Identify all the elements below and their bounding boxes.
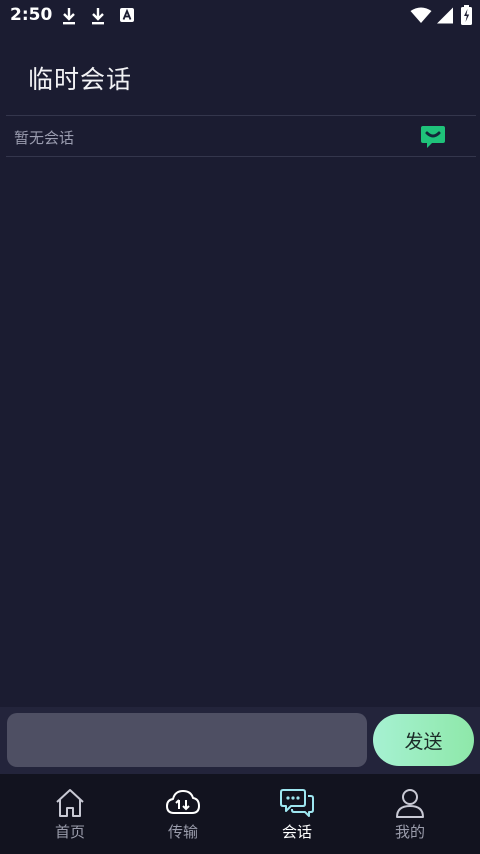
header-divider xyxy=(6,115,476,116)
download-icon xyxy=(63,8,75,25)
session-list-area xyxy=(0,157,480,707)
download-icon xyxy=(92,8,104,25)
chat-smile-icon[interactable] xyxy=(420,124,446,150)
message-input[interactable] xyxy=(7,713,367,767)
tab-home[interactable]: 首页 xyxy=(10,774,130,854)
tab-chat[interactable]: 会话 xyxy=(237,774,357,854)
bottom-tab-bar: 首页 传输 会话 我的 xyxy=(0,774,480,854)
tab-label: 会话 xyxy=(281,823,312,841)
cloud-transfer-icon xyxy=(166,790,200,814)
tab-profile[interactable]: 我的 xyxy=(350,774,470,854)
empty-state-text: 暂无会话 xyxy=(14,129,75,147)
user-icon xyxy=(396,789,424,818)
a-letter-icon xyxy=(120,8,134,22)
tab-label: 我的 xyxy=(394,823,425,841)
tab-label: 传输 xyxy=(167,823,198,841)
tab-label: 首页 xyxy=(54,823,85,841)
wifi-icon xyxy=(410,7,432,23)
status-bar: 2:50 xyxy=(0,0,480,32)
send-button[interactable]: 发送 xyxy=(373,714,474,766)
signal-icon xyxy=(437,7,453,24)
home-icon xyxy=(56,789,84,817)
tab-transfer[interactable]: 传输 xyxy=(123,774,243,854)
page-title: 临时会话 xyxy=(28,65,133,94)
chat-bubbles-icon xyxy=(280,789,314,817)
battery-icon xyxy=(461,5,472,25)
status-time: 2:50 xyxy=(10,5,53,25)
